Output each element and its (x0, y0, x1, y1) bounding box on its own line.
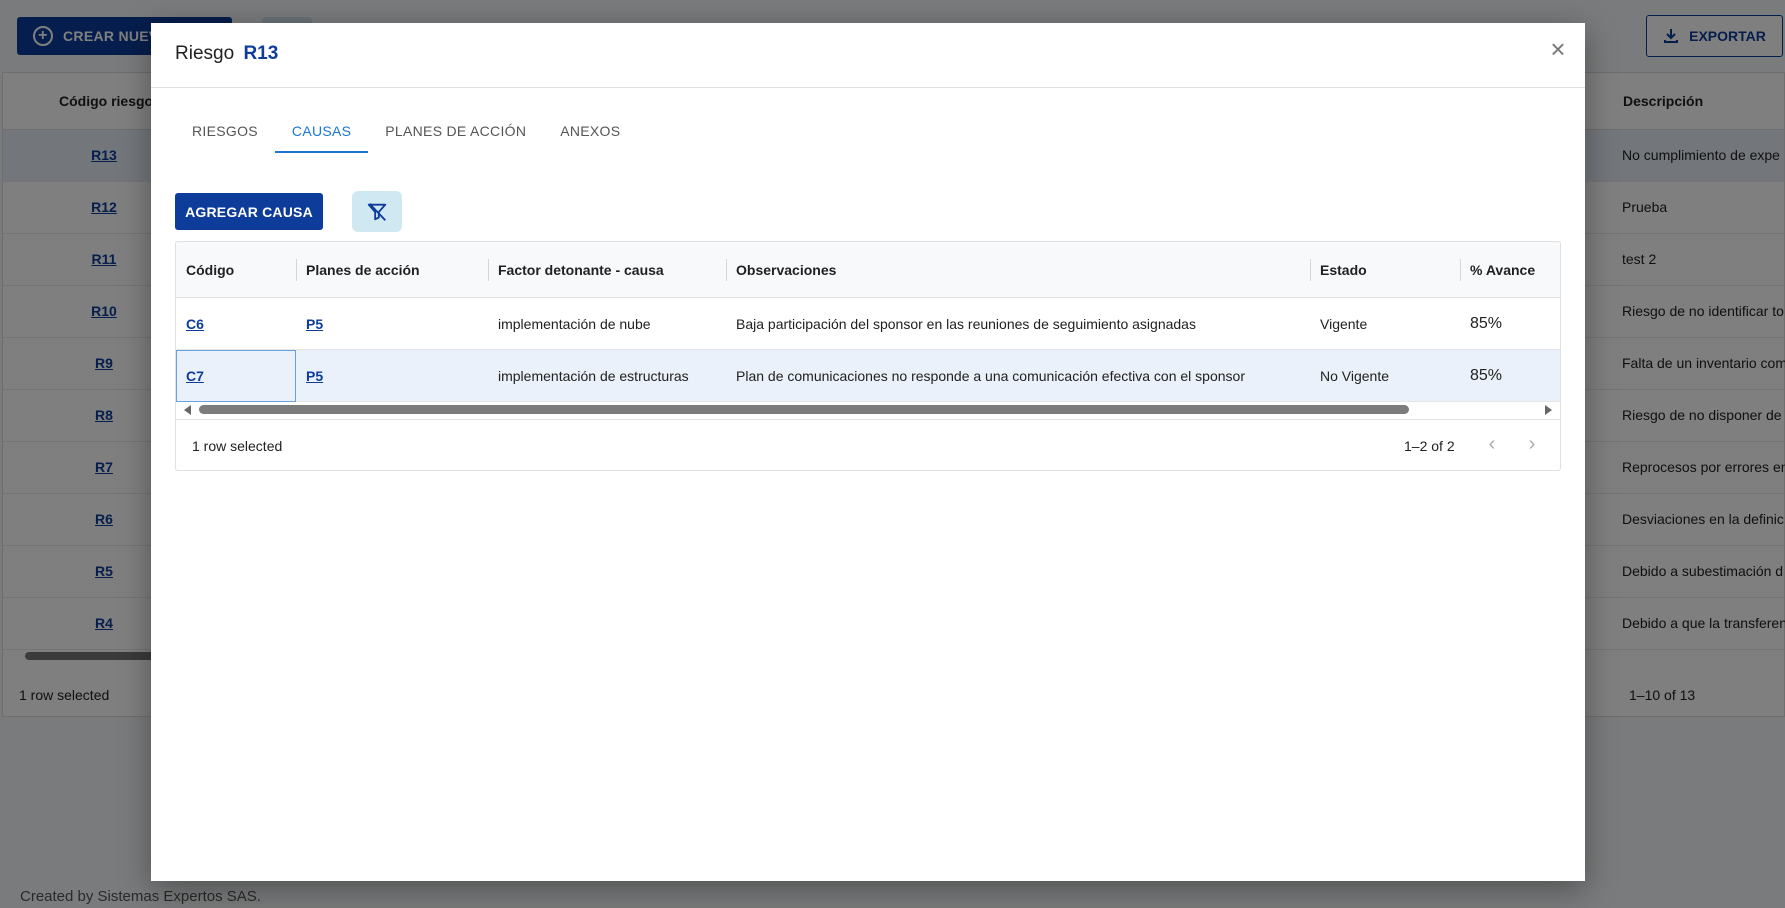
table-row[interactable]: C7 P5 implementación de estructuras Plan… (176, 350, 1560, 402)
chevron-right-icon[interactable]: › (1521, 434, 1543, 456)
modal-title: Riesgo R13 (175, 43, 278, 65)
risk-detail-modal: Riesgo R13 × RIESGOS CAUSAS PLANES DE AC… (151, 23, 1585, 881)
modal-title-prefix: Riesgo (175, 43, 235, 64)
scroll-right-arrow-icon[interactable] (1545, 405, 1552, 415)
action-plan-link[interactable]: P5 (306, 316, 323, 332)
modal-tabs: RIESGOS CAUSAS PLANES DE ACCIÓN ANEXOS (175, 113, 637, 153)
cause-code-link[interactable]: C7 (186, 368, 204, 384)
cell-observations: Plan de comunicaciones no responde a una… (736, 367, 1245, 384)
cell-factor: implementación de nube (498, 315, 651, 332)
chevron-left-icon[interactable]: ‹ (1481, 434, 1503, 456)
tab-riesgos[interactable]: RIESGOS (175, 113, 275, 153)
tab-anexos[interactable]: ANEXOS (543, 113, 637, 153)
add-cause-button[interactable]: AGREGAR CAUSA (175, 193, 323, 230)
filter-off-icon (367, 202, 387, 221)
column-header-factor[interactable]: Factor detonante - causa (488, 242, 726, 297)
scrollbar-thumb[interactable] (199, 405, 1409, 414)
column-header-planes[interactable]: Planes de acción (296, 242, 488, 297)
tab-causas[interactable]: CAUSAS (274, 113, 369, 153)
causes-table-header: Código Planes de acción Factor detonante… (176, 242, 1560, 298)
cell-status: Vigente (1320, 315, 1368, 332)
cause-code-link[interactable]: C6 (186, 316, 204, 332)
cell-progress: 85% (1470, 314, 1503, 332)
column-header-codigo[interactable]: Código (176, 242, 296, 297)
close-icon[interactable]: × (1548, 36, 1568, 62)
table-row[interactable]: C6 P5 implementación de nube Baja partic… (176, 298, 1560, 350)
cell-progress: 85% (1470, 366, 1503, 384)
column-header-estado[interactable]: Estado (1310, 242, 1460, 297)
pagination-range: 1–2 of 2 (1404, 438, 1455, 454)
column-header-avance[interactable]: % Avance (1460, 242, 1560, 297)
modal-title-code: R13 (243, 43, 279, 64)
column-header-observaciones[interactable]: Observaciones (726, 242, 1310, 297)
causes-table: Código Planes de acción Factor detonante… (175, 241, 1561, 471)
scroll-left-arrow-icon[interactable] (184, 405, 191, 415)
causes-table-footer: 1 row selected 1–2 of 2 ‹ › (176, 419, 1560, 470)
tab-planes-de-accion[interactable]: PLANES DE ACCIÓN (368, 113, 543, 153)
modal-header: Riesgo R13 × (151, 23, 1585, 88)
action-plan-link[interactable]: P5 (306, 368, 323, 384)
horizontal-scrollbar[interactable] (176, 403, 1560, 417)
cell-status: No Vigente (1320, 367, 1390, 384)
cell-factor: implementación de estructuras (498, 367, 689, 384)
selected-count: 1 row selected (192, 438, 283, 454)
cell-observations: Baja participación del sponsor en las re… (736, 315, 1196, 332)
clear-filter-button[interactable] (352, 191, 402, 232)
